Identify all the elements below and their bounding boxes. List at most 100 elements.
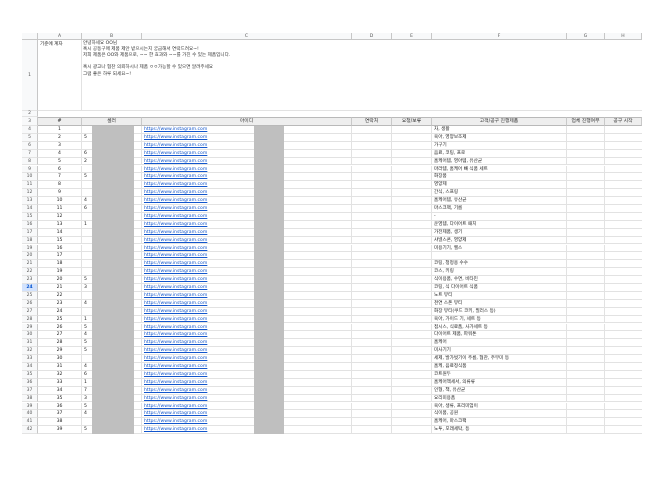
progress-cell[interactable] xyxy=(567,386,605,395)
contact-cell[interactable] xyxy=(352,205,392,213)
request-cell[interactable] xyxy=(392,402,432,411)
product-category-cell[interactable]: 미사기기 xyxy=(432,347,567,356)
contact-cell[interactable] xyxy=(352,149,392,158)
instagram-id-cell[interactable]: https://www.instagram.com xyxy=(142,347,352,356)
row-index-cell[interactable]: 37 xyxy=(38,410,82,419)
request-cell[interactable] xyxy=(392,228,432,237)
progress-cell[interactable] xyxy=(567,205,605,213)
request-cell[interactable] xyxy=(392,141,432,150)
contact-cell[interactable] xyxy=(352,165,392,174)
row-index-cell[interactable]: 26 xyxy=(38,323,82,332)
progress-cell[interactable] xyxy=(567,197,605,205)
instagram-id-cell[interactable]: https://www.instagram.com xyxy=(142,181,352,190)
instagram-link[interactable]: https://www.instagram.com xyxy=(144,206,207,211)
start-cell[interactable] xyxy=(605,347,642,356)
row-index-cell[interactable]: 27 xyxy=(38,331,82,340)
progress-cell[interactable] xyxy=(567,276,605,284)
column-header-h[interactable]: H xyxy=(605,33,642,40)
row-index-cell[interactable]: 7 xyxy=(38,173,82,182)
row-index-cell[interactable]: 1 xyxy=(38,126,82,134)
start-cell[interactable] xyxy=(605,158,642,166)
product-category-cell[interactable]: 육아, 생류, 프리미엄이 xyxy=(432,402,567,411)
contact-cell[interactable] xyxy=(352,236,392,245)
instagram-link[interactable]: https://www.instagram.com xyxy=(144,317,207,322)
instagram-link[interactable]: https://www.instagram.com xyxy=(144,198,207,203)
request-cell[interactable] xyxy=(392,331,432,340)
start-cell[interactable] xyxy=(605,189,642,198)
request-cell[interactable] xyxy=(392,149,432,158)
progress-cell[interactable] xyxy=(567,410,605,419)
progress-cell[interactable] xyxy=(567,378,605,387)
request-cell[interactable] xyxy=(392,291,432,300)
progress-cell[interactable] xyxy=(567,355,605,363)
contact-cell[interactable] xyxy=(352,426,392,435)
instagram-id-cell[interactable]: https://www.instagram.com xyxy=(142,394,352,403)
request-cell[interactable] xyxy=(392,236,432,245)
instagram-id-cell[interactable]: https://www.instagram.com xyxy=(142,323,352,332)
contact-cell[interactable] xyxy=(352,189,392,198)
start-cell[interactable] xyxy=(605,150,642,158)
row-index-cell[interactable]: 11 xyxy=(38,205,82,213)
instagram-id-cell[interactable]: https://www.instagram.com xyxy=(142,228,352,237)
row-index-cell[interactable]: 34 xyxy=(38,386,82,395)
start-cell[interactable] xyxy=(605,387,642,395)
table-header-0[interactable]: # xyxy=(38,117,82,126)
product-category-cell[interactable]: 가구기 xyxy=(432,141,567,150)
row-number-37[interactable]: 37 xyxy=(22,386,38,395)
contact-cell[interactable] xyxy=(352,291,392,300)
request-cell[interactable] xyxy=(392,299,432,308)
instagram-id-cell[interactable]: https://www.instagram.com xyxy=(142,252,352,261)
product-category-cell[interactable]: 다이어트 제품, 파워톤 xyxy=(432,331,567,340)
row-number-9[interactable]: 9 xyxy=(22,165,38,174)
contact-cell[interactable] xyxy=(352,307,392,316)
start-cell[interactable] xyxy=(605,379,642,387)
product-category-cell[interactable]: 홈케, 음료정식품 xyxy=(432,363,567,371)
instagram-link[interactable]: https://www.instagram.com xyxy=(144,427,207,432)
row-number-30[interactable]: 30 xyxy=(22,331,38,340)
start-cell[interactable] xyxy=(605,173,642,182)
product-category-cell[interactable]: 인형, 책, 유산균 xyxy=(432,386,567,395)
contact-cell[interactable] xyxy=(352,260,392,269)
start-cell[interactable] xyxy=(605,181,642,190)
row-number-40[interactable]: 40 xyxy=(22,410,38,419)
start-cell[interactable] xyxy=(605,324,642,332)
start-cell[interactable] xyxy=(605,126,642,134)
instagram-link[interactable]: https://www.instagram.com xyxy=(144,261,207,266)
progress-cell[interactable] xyxy=(567,173,605,182)
row-number-3[interactable]: 3 xyxy=(22,117,38,126)
product-category-cell[interactable]: 코팅, 청정용 수수 xyxy=(432,260,567,269)
row-number-17[interactable]: 17 xyxy=(22,228,38,237)
contact-cell[interactable] xyxy=(352,299,392,308)
row-number-21[interactable]: 21 xyxy=(22,260,38,269)
table-header-4[interactable]: 요청/보류 xyxy=(392,117,432,126)
product-category-cell[interactable]: 홈케어템, 영아템, 유산균 xyxy=(432,157,567,166)
contact-cell[interactable] xyxy=(352,141,392,150)
request-cell[interactable] xyxy=(392,394,432,403)
progress-cell[interactable] xyxy=(567,189,605,198)
progress-cell[interactable] xyxy=(567,252,605,261)
contact-cell[interactable] xyxy=(352,181,392,190)
row-index-cell[interactable]: 14 xyxy=(38,228,82,237)
request-cell[interactable] xyxy=(392,252,432,261)
product-category-cell[interactable]: 코스, 키링 xyxy=(432,268,567,277)
instagram-link[interactable]: https://www.instagram.com xyxy=(144,135,207,140)
request-cell[interactable] xyxy=(392,347,432,356)
product-category-cell[interactable]: 간식, 스프링 xyxy=(432,189,567,198)
start-cell[interactable] xyxy=(605,229,642,237)
contact-cell[interactable] xyxy=(352,212,392,221)
column-header-g[interactable]: G xyxy=(567,33,605,40)
product-category-cell[interactable]: 요리미용품 xyxy=(432,394,567,403)
start-cell[interactable] xyxy=(605,363,642,371)
request-cell[interactable] xyxy=(392,410,432,419)
product-category-cell[interactable]: 미용기기, 헬스 xyxy=(432,244,567,253)
progress-cell[interactable] xyxy=(567,291,605,300)
instagram-link[interactable]: https://www.instagram.com xyxy=(144,396,207,401)
instagram-link[interactable]: https://www.instagram.com xyxy=(144,293,207,298)
instagram-link[interactable]: https://www.instagram.com xyxy=(144,230,207,235)
progress-cell[interactable] xyxy=(567,323,605,332)
contact-cell[interactable] xyxy=(352,276,392,284)
request-cell[interactable] xyxy=(392,363,432,371)
row-index-cell[interactable]: 24 xyxy=(38,307,82,316)
instagram-link[interactable]: https://www.instagram.com xyxy=(144,380,207,385)
contact-cell[interactable] xyxy=(352,173,392,182)
